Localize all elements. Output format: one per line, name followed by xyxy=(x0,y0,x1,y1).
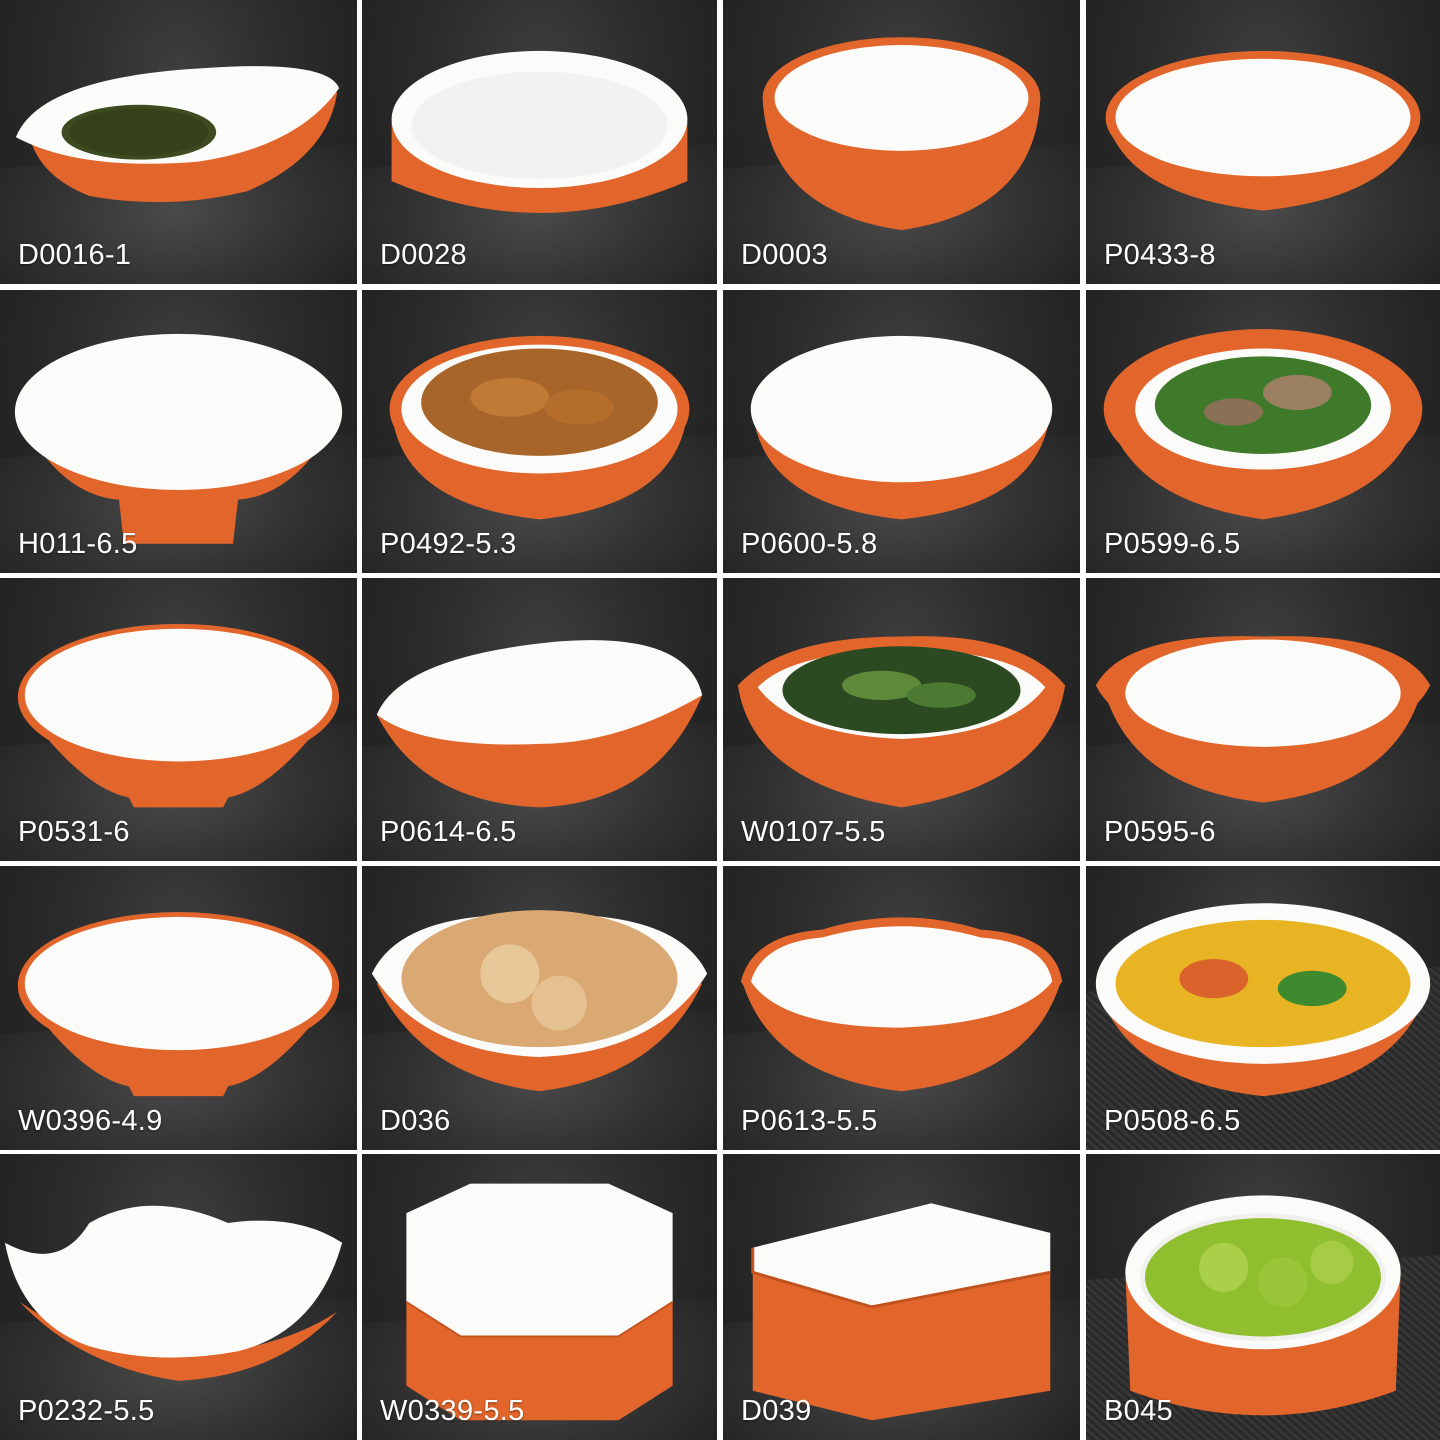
product-tile: D036 xyxy=(362,866,717,1150)
product-tile: D0016-1 xyxy=(0,0,357,284)
product-code-label: D0016-1 xyxy=(18,239,132,271)
product-tile: P0599-6.5 xyxy=(1086,290,1440,573)
product-tile: H011-6.5 xyxy=(0,290,357,573)
product-tile: B045 xyxy=(1086,1154,1440,1440)
product-code-label: P0492-5.3 xyxy=(380,528,517,560)
product-code-label: D0003 xyxy=(741,239,828,271)
product-code-label: P0613-5.5 xyxy=(741,1105,878,1137)
product-code-label: B045 xyxy=(1104,1395,1173,1427)
product-code-label: W0396-4.9 xyxy=(18,1105,163,1137)
product-code-label: P0433-8 xyxy=(1104,239,1216,271)
product-code-label: D0028 xyxy=(380,239,467,271)
product-grid: D0016-1 D0028 D0003 P0433-8 H011-6.5 P04… xyxy=(0,0,1440,1440)
product-tile: W0339-5.5 xyxy=(362,1154,717,1440)
product-code-label: D036 xyxy=(380,1105,451,1137)
product-tile: P0508-6.5 xyxy=(1086,866,1440,1150)
product-code-label: P0232-5.5 xyxy=(18,1395,155,1427)
product-code-label: P0508-6.5 xyxy=(1104,1105,1241,1137)
product-code-label: H011-6.5 xyxy=(18,528,138,560)
product-tile: P0613-5.5 xyxy=(723,866,1080,1150)
product-tile: P0492-5.3 xyxy=(362,290,717,573)
product-code-label: W0107-5.5 xyxy=(741,816,886,848)
product-code-label: P0599-6.5 xyxy=(1104,528,1241,560)
product-code-label: P0600-5.8 xyxy=(741,528,878,560)
product-tile: W0107-5.5 xyxy=(723,578,1080,861)
product-tile: P0595-6 xyxy=(1086,578,1440,861)
product-tile: D0003 xyxy=(723,0,1080,284)
product-tile: P0600-5.8 xyxy=(723,290,1080,573)
product-tile: D0028 xyxy=(362,0,717,284)
product-code-label: P0595-6 xyxy=(1104,816,1216,848)
product-tile: P0433-8 xyxy=(1086,0,1440,284)
product-tile: D039 xyxy=(723,1154,1080,1440)
product-tile: W0396-4.9 xyxy=(0,866,357,1150)
product-tile: P0232-5.5 xyxy=(0,1154,357,1440)
product-code-label: P0614-6.5 xyxy=(380,816,517,848)
product-code-label: D039 xyxy=(741,1395,812,1427)
product-tile: P0614-6.5 xyxy=(362,578,717,861)
product-tile: P0531-6 xyxy=(0,578,357,861)
product-code-label: W0339-5.5 xyxy=(380,1395,525,1427)
product-code-label: P0531-6 xyxy=(18,816,130,848)
